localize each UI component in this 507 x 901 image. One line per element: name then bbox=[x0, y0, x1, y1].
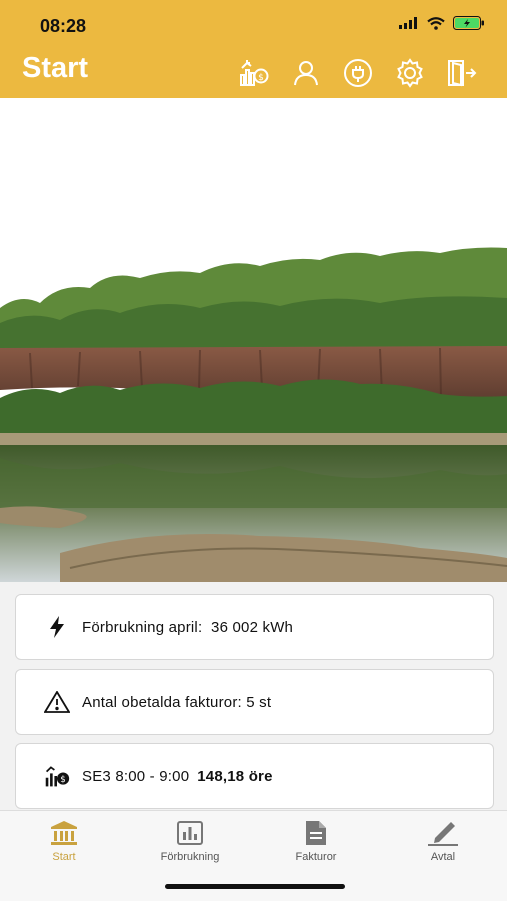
battery-icon bbox=[453, 16, 484, 30]
tab-forbrukning-label: Förbrukning bbox=[160, 851, 220, 863]
plug-icon[interactable] bbox=[343, 58, 373, 88]
bank-icon bbox=[9, 819, 119, 847]
bar-chart-icon bbox=[135, 819, 245, 847]
app-header: 08:28 Start $ bbox=[0, 0, 507, 98]
tab-start[interactable]: Start bbox=[9, 819, 119, 869]
price-chart-icon[interactable]: $ bbox=[239, 58, 269, 88]
spot-price-label: SE3 8:00 - 9:00 bbox=[82, 767, 190, 785]
header-actions: $ bbox=[239, 58, 477, 88]
hero-image bbox=[0, 98, 507, 582]
tab-fakturor[interactable]: Fakturor bbox=[261, 819, 371, 869]
logout-icon[interactable] bbox=[447, 58, 477, 88]
spot-price-value: 148,18 öre bbox=[197, 767, 273, 785]
status-icons bbox=[399, 16, 485, 30]
signal-icon bbox=[399, 17, 417, 29]
status-time: 08:28 bbox=[40, 16, 87, 36]
page-title: Start bbox=[22, 52, 89, 84]
pen-icon bbox=[388, 819, 498, 847]
user-icon[interactable] bbox=[291, 58, 321, 88]
consumption-card[interactable]: Förbrukning april: 36 002 kWh bbox=[15, 594, 494, 660]
svg-text:$: $ bbox=[258, 73, 264, 83]
tab-avtal[interactable]: Avtal bbox=[388, 819, 498, 869]
unpaid-invoices-text: Antal obetalda fakturor: 5 st bbox=[82, 693, 272, 711]
spot-price-card[interactable]: $ SE3 8:00 - 9:00 148,18 öre bbox=[15, 743, 494, 809]
bolt-icon bbox=[44, 614, 70, 640]
consumption-text: Förbrukning april: 36 002 kWh bbox=[82, 618, 294, 636]
warning-icon bbox=[44, 689, 70, 715]
tab-fakturor-label: Fakturor bbox=[295, 851, 337, 863]
document-icon bbox=[261, 819, 371, 847]
home-indicator[interactable] bbox=[165, 884, 345, 889]
content-area: Förbrukning april: 36 002 kWh Antal obet… bbox=[0, 582, 507, 810]
tab-forbrukning[interactable]: Förbrukning bbox=[135, 819, 245, 869]
price-chart-icon: $ bbox=[44, 763, 70, 789]
tab-start-label: Start bbox=[52, 851, 76, 863]
status-bar: 08:28 bbox=[0, 0, 507, 48]
unpaid-invoices-card[interactable]: Antal obetalda fakturor: 5 st bbox=[15, 669, 494, 735]
tab-avtal-label: Avtal bbox=[430, 851, 456, 863]
wifi-icon bbox=[427, 16, 445, 30]
svg-text:$: $ bbox=[60, 775, 66, 785]
gear-icon[interactable] bbox=[395, 58, 425, 88]
